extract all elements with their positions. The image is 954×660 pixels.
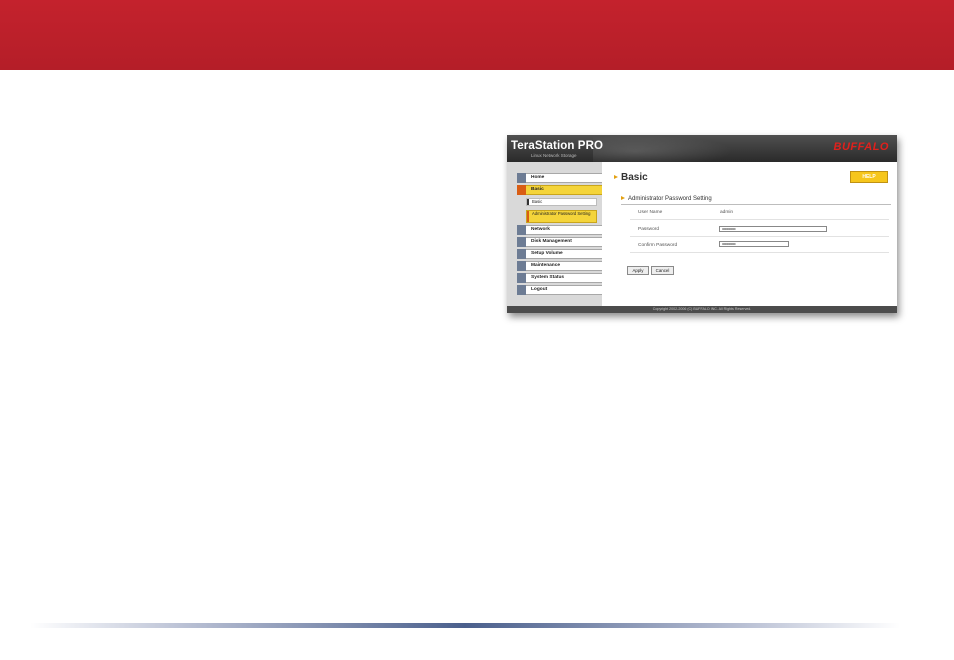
- terastation-admin-screenshot: TeraStation PRO Linux Network Storage BU…: [507, 135, 897, 313]
- disk-icon: [517, 237, 526, 247]
- sidebar-item-label: Network: [531, 227, 550, 232]
- section-title-text: Administrator Password Setting: [628, 196, 712, 202]
- section-divider: [621, 204, 891, 205]
- password-field[interactable]: ••••••••••••••••••••: [719, 226, 827, 232]
- brand-subtitle: Linux Network Storage: [531, 153, 577, 158]
- row-divider: [630, 252, 889, 253]
- sidebar-item-basic[interactable]: Basic: [517, 185, 606, 195]
- confirm-password-label: Confirm Password: [638, 243, 678, 248]
- sidebar-subitem-label: Administrator Password Setting: [532, 211, 591, 216]
- sidebar-subitem-label: Basic: [532, 199, 543, 204]
- arrow-icon: [621, 196, 625, 200]
- buffalo-logo: BUFFALO: [833, 141, 889, 153]
- app-header: TeraStation PRO Linux Network Storage BU…: [507, 135, 897, 162]
- arrow-icon: [614, 175, 618, 179]
- sidebar-item-label: Disk Management: [531, 239, 572, 244]
- maintenance-icon: [517, 261, 526, 271]
- logout-icon: [517, 285, 526, 295]
- confirm-password-field[interactable]: ••••••••••••••••••••: [719, 241, 789, 247]
- sidebar-subitem-admin-password[interactable]: Administrator Password Setting: [526, 210, 597, 223]
- top-banner: [0, 0, 954, 70]
- sidebar-item-label: System Status: [531, 275, 565, 280]
- sidebar-item-system-status[interactable]: System Status: [517, 273, 606, 283]
- sidebar-item-home[interactable]: Home: [517, 173, 606, 183]
- main-panel: Basic HELP Administrator Password Settin…: [602, 162, 897, 306]
- user-name-label: User Name: [638, 210, 663, 215]
- help-button[interactable]: HELP: [850, 171, 888, 183]
- sidebar-item-label: Setup Volume: [531, 251, 563, 256]
- sidebar-subitem-basic[interactable]: Basic: [526, 198, 597, 206]
- subitem-marker: [527, 199, 529, 205]
- copyright-footer: Copyright 2002-2006 (C) BUFFALO INC. All…: [507, 306, 897, 313]
- home-icon: [517, 173, 526, 183]
- subitem-marker: [527, 211, 529, 222]
- volume-icon: [517, 249, 526, 259]
- cancel-button[interactable]: Cancel: [651, 266, 674, 275]
- sidebar-item-label: Basic: [531, 187, 544, 192]
- row-divider: [630, 236, 889, 237]
- sidebar-item-label: Logout: [531, 287, 548, 292]
- header-decoration: [593, 135, 733, 162]
- footer-rule: [30, 623, 900, 628]
- sidebar-item-label: Home: [531, 175, 545, 180]
- sidebar-item-label: Maintenance: [531, 263, 561, 268]
- apply-button[interactable]: Apply: [627, 266, 649, 275]
- network-icon: [517, 225, 526, 235]
- section-title: Administrator Password Setting: [621, 196, 712, 202]
- basic-icon: [517, 185, 526, 195]
- user-name-value: admin: [720, 210, 734, 215]
- password-label: Password: [638, 227, 660, 232]
- sidebar-item-disk-management[interactable]: Disk Management: [517, 237, 606, 247]
- sidebar-item-logout[interactable]: Logout: [517, 285, 606, 295]
- brand-name: TeraStation PRO: [511, 140, 604, 152]
- status-icon: [517, 273, 526, 283]
- page-title-text: Basic: [621, 172, 648, 183]
- sidebar-item-network[interactable]: Network: [517, 225, 606, 235]
- sidebar: Home Basic Basic Administrator Password …: [507, 162, 606, 306]
- sidebar-item-setup-volume[interactable]: Setup Volume: [517, 249, 606, 259]
- sidebar-item-maintenance[interactable]: Maintenance: [517, 261, 606, 271]
- row-divider: [630, 219, 889, 220]
- page-title: Basic: [614, 172, 648, 183]
